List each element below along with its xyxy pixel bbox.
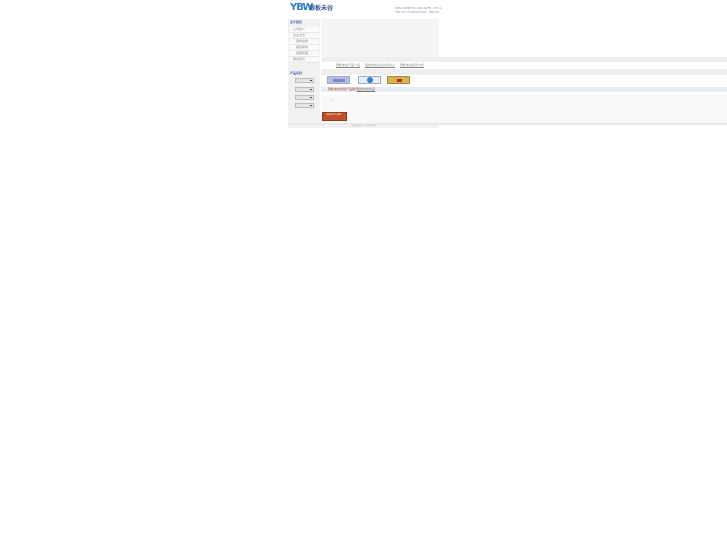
- sidebar-about-heading: 关于我们: [290, 20, 303, 24]
- product-thumbnail[interactable]: [387, 76, 410, 84]
- sidebar-item[interactable]: 联系我们: [290, 57, 319, 63]
- link-products[interactable]: 银板未谷产品介绍: [336, 63, 360, 67]
- header-contact: WELCOME TO OUR SITE · 0571- TEL 0571-XXX…: [395, 6, 442, 14]
- link-contact[interactable]: 银板未谷联系方式: [400, 63, 424, 67]
- contact-line-2: TEL 0571-XXXXXXXX · 86XXX: [395, 10, 440, 14]
- promo-banner[interactable]: 银板未谷产品推广: [322, 112, 347, 121]
- sidebar-products-heading: 产品系列: [290, 71, 303, 75]
- product-button[interactable]: [295, 78, 314, 83]
- product-button[interactable]: [295, 103, 314, 108]
- link-news[interactable]: 银板未谷企业新闻中心: [365, 63, 395, 67]
- product-thumbnail[interactable]: [358, 76, 381, 84]
- banner-strip: [322, 57, 727, 62]
- bullet-dot: [332, 100, 333, 101]
- main-flash-area: [321, 19, 439, 57]
- footer-copyright: Copyright © 2009-2010: [288, 125, 439, 128]
- sidebar: 关于我们 公司简介 企业文化 荣誉资质 组织架构 发展历程 联系我们 产品系列: [288, 19, 320, 124]
- site-logo[interactable]: YBW 银板未谷: [290, 2, 334, 14]
- thumb-caption[interactable]: 银板未谷特色产品展示: [328, 87, 358, 91]
- caption-strip: [321, 87, 727, 92]
- product-button[interactable]: [295, 87, 314, 92]
- product-button[interactable]: [295, 95, 314, 100]
- product-thumbnail[interactable]: [327, 76, 350, 84]
- thumb-caption[interactable]: 银板未谷新品: [357, 87, 375, 91]
- divider-strip: [321, 69, 727, 75]
- links-row: 银板未谷产品介绍 银板未谷企业新闻中心 银板未谷联系方式: [321, 63, 439, 67]
- logo-name: 银板未谷: [309, 5, 334, 12]
- content-area: [321, 95, 727, 123]
